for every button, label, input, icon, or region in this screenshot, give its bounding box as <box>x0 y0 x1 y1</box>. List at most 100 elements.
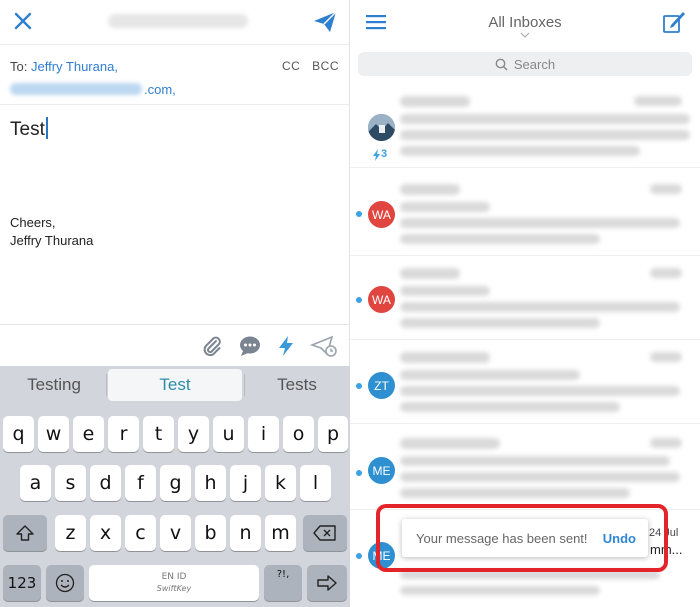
backspace-icon <box>313 525 336 541</box>
key-p[interactable]: p <box>318 416 348 452</box>
key-u[interactable]: u <box>213 416 244 452</box>
redacted-preview <box>400 318 600 328</box>
divider <box>0 44 350 45</box>
redacted-preview <box>400 130 690 140</box>
subject-field[interactable]: Test <box>10 117 48 141</box>
recipient-name[interactable]: Jeffry Thurana, <box>31 59 118 74</box>
key-z[interactable]: z <box>55 515 86 551</box>
redacted-preview <box>400 386 680 396</box>
attachment-icon[interactable] <box>200 334 224 358</box>
suggestion-1[interactable]: Testing <box>4 369 104 401</box>
redacted-subject <box>400 114 690 124</box>
key-t[interactable]: t <box>143 416 174 452</box>
space-brand-label: SwiftKey <box>156 584 192 593</box>
redacted-preview <box>400 218 680 228</box>
search-bar[interactable]: Search <box>358 52 692 76</box>
backspace-key[interactable] <box>303 515 347 551</box>
redacted-subject <box>400 202 490 212</box>
avatar <box>368 114 395 141</box>
punctuation-key[interactable]: ?!, <box>264 565 302 601</box>
redacted-subject <box>400 456 670 466</box>
send-later-icon[interactable] <box>310 334 338 358</box>
cc-button[interactable]: CC <box>282 59 300 73</box>
lightning-icon <box>373 149 380 161</box>
compose-icon[interactable] <box>662 10 686 34</box>
signature-line-2: Jeffry Thurana <box>10 233 94 248</box>
send-icon[interactable] <box>312 10 338 34</box>
numbers-key[interactable]: 123 <box>3 565 41 601</box>
shift-key[interactable] <box>3 515 47 551</box>
key-a[interactable]: a <box>20 465 51 501</box>
avatar: ZT <box>368 372 395 399</box>
space-language-label: EN ID <box>161 572 187 582</box>
redacted-sender <box>400 268 460 279</box>
key-o[interactable]: o <box>283 416 314 452</box>
suggestion-2[interactable]: Test <box>108 369 242 401</box>
arrow-right-icon <box>317 575 337 591</box>
redacted-address <box>10 83 142 95</box>
bcc-button[interactable]: BCC <box>312 59 339 73</box>
key-d[interactable]: d <box>90 465 121 501</box>
redacted-preview <box>400 586 600 595</box>
key-s[interactable]: s <box>55 465 86 501</box>
inbox-title[interactable]: All Inboxes <box>350 14 700 31</box>
key-i[interactable]: i <box>248 416 279 452</box>
key-j[interactable]: j <box>230 465 261 501</box>
redacted-time <box>634 96 682 106</box>
list-item[interactable]: WA <box>350 256 700 340</box>
key-r[interactable]: r <box>108 416 139 452</box>
unread-dot <box>356 470 362 476</box>
avatar: WA <box>368 286 395 313</box>
key-c[interactable]: c <box>125 515 156 551</box>
space-key[interactable]: EN ID SwiftKey <box>89 565 259 601</box>
divider <box>106 374 107 396</box>
key-k[interactable]: k <box>265 465 296 501</box>
return-key[interactable] <box>307 565 347 601</box>
divider <box>244 374 245 396</box>
redacted-preview <box>400 472 680 482</box>
redacted-sender <box>400 96 470 107</box>
key-m[interactable]: m <box>265 515 296 551</box>
redacted-sender <box>400 438 500 449</box>
highlight-box <box>376 504 668 572</box>
list-item[interactable]: WA <box>350 172 700 256</box>
key-h[interactable]: h <box>195 465 226 501</box>
emoji-key[interactable] <box>46 565 84 601</box>
redacted-preview <box>400 146 640 156</box>
list-item[interactable]: ME <box>350 426 700 510</box>
suggestion-3[interactable]: Tests <box>248 369 346 401</box>
key-y[interactable]: y <box>178 416 209 452</box>
key-b[interactable]: b <box>195 515 226 551</box>
redacted-preview <box>400 402 620 412</box>
avatar: ME <box>368 457 395 484</box>
key-n[interactable]: n <box>230 515 261 551</box>
key-v[interactable]: v <box>160 515 191 551</box>
divider <box>0 104 350 105</box>
redacted-time <box>650 268 682 278</box>
thread-count: 3 <box>381 148 388 160</box>
list-item[interactable]: 3 <box>350 84 700 168</box>
unread-dot <box>356 383 362 389</box>
redacted-sender <box>400 184 460 195</box>
recipient-address-suffix: .com, <box>144 82 176 97</box>
search-icon <box>495 58 508 71</box>
chevron-down-icon[interactable] <box>520 32 530 38</box>
lightning-icon[interactable] <box>274 334 298 358</box>
close-icon[interactable] <box>12 10 34 32</box>
key-w[interactable]: w <box>38 416 69 452</box>
key-x[interactable]: x <box>90 515 121 551</box>
to-field[interactable]: To: Jeffry Thurana, <box>10 59 118 74</box>
key-f[interactable]: f <box>125 465 156 501</box>
key-g[interactable]: g <box>160 465 191 501</box>
cc-bcc-controls: CC BCC <box>274 59 339 73</box>
chat-bubble-icon[interactable] <box>238 334 262 358</box>
key-l[interactable]: l <box>300 465 331 501</box>
compose-pane: To: Jeffry Thurana, CC BCC .com, Test Ch… <box>0 0 350 607</box>
avatar: WA <box>368 201 395 228</box>
recipient-address[interactable]: .com, <box>10 82 176 97</box>
list-item[interactable]: ZT <box>350 340 700 424</box>
sender-account-redacted <box>108 14 248 28</box>
key-e[interactable]: e <box>73 416 104 452</box>
unread-dot <box>356 211 362 217</box>
key-q[interactable]: q <box>3 416 34 452</box>
